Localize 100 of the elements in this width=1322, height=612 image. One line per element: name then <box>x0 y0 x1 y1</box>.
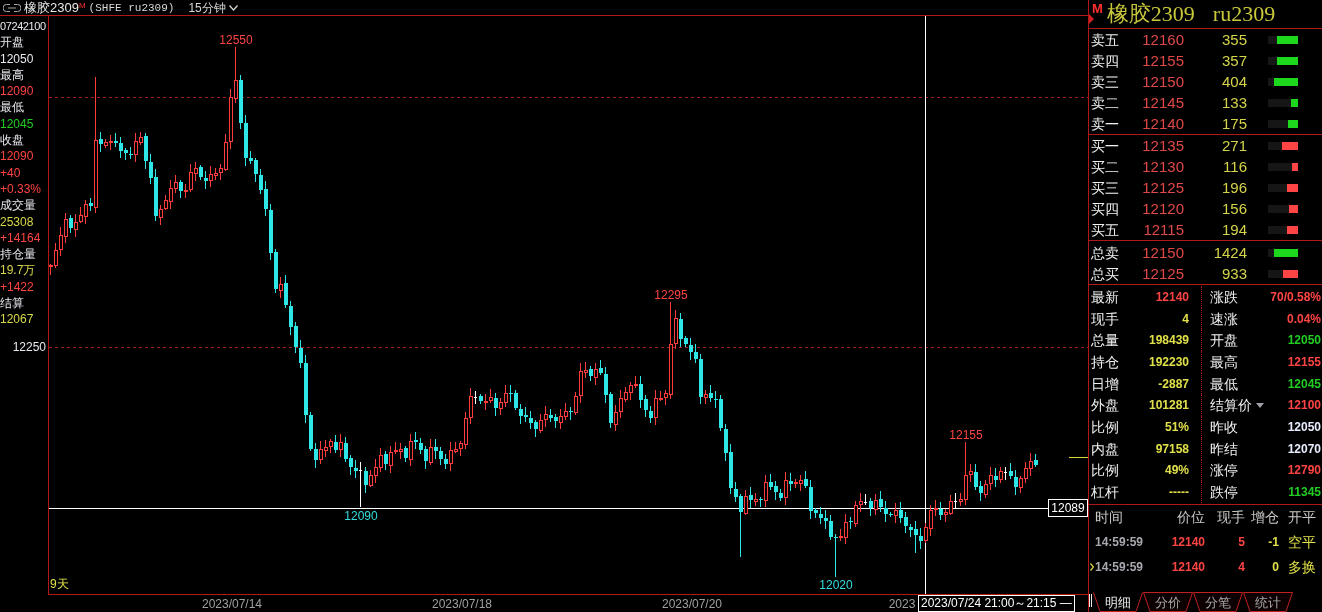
stat-value: 192230 <box>1148 354 1189 369</box>
stat-label: 最低 <box>1210 375 1238 392</box>
stat-label: 持仓 <box>1091 353 1119 370</box>
high-price-label: 12550 <box>219 33 253 47</box>
level-label: 卖五 <box>1091 31 1120 48</box>
trade-time: 14:59:59 <box>1095 559 1144 574</box>
stat-label: 内盘 <box>1091 440 1119 457</box>
level-price: 12120 <box>1142 200 1184 217</box>
trade-type: 空平 <box>1288 533 1316 550</box>
level-volume: 196 <box>1221 179 1247 196</box>
level-price: 12125 <box>1142 179 1184 196</box>
stat-value: 12045 <box>1287 376 1321 391</box>
level-volume: 116 <box>1223 158 1247 175</box>
trade-volume: 4 <box>1238 558 1245 575</box>
trade-volume: 5 <box>1238 533 1245 550</box>
stat-label: 昨结 <box>1210 440 1238 457</box>
field-label: 开盘 <box>0 34 24 51</box>
trade-oi-change: -1 <box>1268 533 1279 550</box>
stat-label: 涨跌 <box>1210 288 1238 305</box>
level-volume: 933 <box>1221 265 1247 282</box>
level-price: 12150 <box>1142 244 1184 261</box>
level-label: 买二 <box>1091 158 1120 175</box>
crosshair-price-label: 12089 <box>1048 499 1088 517</box>
stat-label: 昨收 <box>1210 418 1238 435</box>
field-value: 12090 <box>0 148 34 165</box>
tab[interactable]: 分价 <box>1143 592 1193 612</box>
stat-value: 12155 <box>1287 354 1321 369</box>
low-price-label: 12090 <box>344 509 378 523</box>
period-dropdown[interactable]: 15分钟 <box>188 0 238 15</box>
trade-price: 12140 <box>1171 533 1205 550</box>
level-label: 总买 <box>1091 265 1120 282</box>
level-price: 12115 <box>1143 221 1184 238</box>
level-volume: 156 <box>1221 200 1247 217</box>
trade-type: 多换 <box>1288 558 1316 575</box>
level-label: 卖二 <box>1091 94 1120 111</box>
column-header: 增仓 <box>1251 509 1279 525</box>
level-price: 12145 <box>1142 94 1184 111</box>
triangle-icon <box>1089 14 1094 24</box>
field-value: +40 <box>0 164 21 181</box>
level-volume: 357 <box>1221 52 1247 69</box>
column-header: 时间 <box>1095 509 1123 525</box>
stat-label: 最新 <box>1091 288 1119 305</box>
grip-icon[interactable] <box>1089 594 1092 607</box>
stat-value: 49% <box>1164 463 1189 478</box>
last-price-line <box>1068 457 1088 458</box>
contract-name: 橡胶2309 <box>24 0 79 15</box>
period-days-label: 9天 <box>50 577 69 591</box>
stat-label: 外盘 <box>1091 397 1119 414</box>
high-price-label: 12155 <box>949 428 983 442</box>
field-value: 12090 <box>0 83 34 100</box>
low-price-label: 12020 <box>819 578 853 592</box>
field-label: 最高 <box>0 66 24 84</box>
date-axis-label: 2023 <box>888 597 916 611</box>
stat-value: 12140 <box>1155 289 1189 304</box>
column-header: 价位 <box>1177 509 1205 525</box>
level-volume: 404 <box>1221 73 1247 90</box>
date-axis-label: 2023/07/20 <box>661 597 723 611</box>
stat-value: 101281 <box>1148 398 1189 413</box>
quote-name: 橡胶2309 <box>1106 1 1195 27</box>
stat-label: 现手 <box>1091 310 1119 327</box>
link-icon[interactable] <box>3 3 21 12</box>
stat-label: 涨停 <box>1210 462 1238 479</box>
level-label: 卖三 <box>1091 73 1120 90</box>
stat-value: 0.04% <box>1286 311 1321 326</box>
main-contract-mark: M <box>1092 2 1103 16</box>
tab[interactable]: 明细 <box>1093 592 1143 612</box>
level-price: 12130 <box>1142 158 1184 175</box>
level-label: 总卖 <box>1091 244 1120 261</box>
tab[interactable]: 分笔 <box>1193 592 1243 612</box>
level-label: 买三 <box>1091 179 1120 196</box>
stat-label: 日增 <box>1091 375 1119 392</box>
date-axis-label: 2023/07/14 <box>201 597 263 611</box>
column-header: 开平 <box>1288 509 1316 525</box>
tab[interactable]: 统计 <box>1243 592 1293 612</box>
stat-value: -2887 <box>1158 376 1189 391</box>
caret-down-icon[interactable] <box>1256 402 1264 408</box>
stat-value: 12100 <box>1287 398 1321 413</box>
stat-value: 12050 <box>1287 419 1321 434</box>
stat-label: 开盘 <box>1210 332 1238 349</box>
level-price: 12125 <box>1142 265 1184 282</box>
field-label: 结算 <box>0 295 24 312</box>
level-volume: 175 <box>1221 115 1247 132</box>
level-volume: 133 <box>1221 94 1247 111</box>
field-value: 12050 <box>0 50 34 67</box>
level-price: 12150 <box>1142 73 1184 90</box>
crosshair-time-label: 2023/07/24 21:00～21:15 — <box>918 595 1075 612</box>
level-price: 12140 <box>1142 115 1184 132</box>
field-label: 成交量 <box>0 197 36 214</box>
axis-price-label: 12250 <box>12 340 46 354</box>
level-label: 买一 <box>1091 137 1120 154</box>
stat-label: 总量 <box>1091 332 1119 349</box>
chevron-down-icon <box>228 4 238 11</box>
field-value: +14164 <box>0 229 41 247</box>
stat-value: 12790 <box>1287 463 1321 478</box>
level-volume: 271 <box>1221 137 1247 154</box>
stat-value: 70/0.58% <box>1270 289 1321 304</box>
trade-time: 14:59:59 <box>1095 534 1144 549</box>
stat-label: 结算价 <box>1210 397 1252 414</box>
stat-label: 跌停 <box>1210 484 1238 501</box>
stat-label: 杠杆 <box>1091 484 1119 501</box>
